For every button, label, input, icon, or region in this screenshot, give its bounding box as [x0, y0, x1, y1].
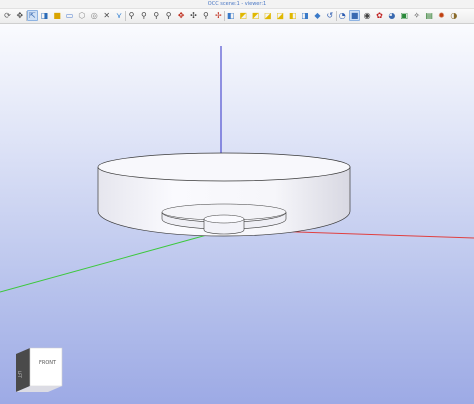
transparency-icon[interactable]: ◕ — [386, 10, 397, 21]
view-iso-icon[interactable]: ◧ — [225, 10, 236, 21]
zoom-fit-icon[interactable]: ⚲ — [163, 10, 174, 21]
settings-icon[interactable]: ◑ — [448, 10, 459, 21]
view-cube-front-face[interactable] — [29, 347, 63, 387]
scene-canvas — [0, 46, 474, 293]
cad-shape-flange[interactable] — [97, 152, 351, 237]
select-face-icon[interactable]: ◨ — [39, 10, 50, 21]
hub-ring — [203, 214, 245, 224]
material-icon[interactable]: ◉ — [362, 10, 373, 21]
pan-icon[interactable]: ✥ — [14, 10, 25, 21]
y-axis-line — [0, 232, 215, 293]
view-back-icon[interactable]: ◩ — [250, 10, 261, 21]
ray-trace-icon[interactable]: ✧ — [411, 10, 422, 21]
clipping-icon[interactable]: ◔ — [337, 10, 348, 21]
window-title: OCC scene:1 - viewer:1 — [207, 1, 267, 7]
title-bar: OCC scene:1 - viewer:1 — [0, 0, 474, 9]
dump-view-icon[interactable]: ▤ — [424, 10, 435, 21]
env-light-icon[interactable]: ✹ — [436, 10, 447, 21]
zoom-window-icon[interactable]: ⚲ — [138, 10, 149, 21]
zoom-out-icon[interactable]: ⚲ — [151, 10, 162, 21]
view-axo-icon[interactable]: ◆ — [312, 10, 323, 21]
3d-viewport[interactable]: FRONT LFT — [0, 24, 474, 404]
view-cube-left-face[interactable] — [16, 348, 30, 392]
view-bottom-icon[interactable]: ◪ — [275, 10, 286, 21]
polygon-select-icon[interactable]: ⬡ — [76, 10, 87, 21]
viewer-toolbar: ⟳ ✥ ⇱ ◨ ■ ▭ ⬡ ◎ ✕ ⋎ ⚲ ⚲ ⚲ ⚲ ✥ ✣ ⚲ ✢ ◧ ◩ ◩ ◪ ◪ ◧ ◨ ◆ ↺ ◔ ■ ◉ ✿ ◕ ▣ ✧ ▤ ✹ ◑ — [0, 9, 474, 24]
pan-arrows-icon[interactable]: ✥ — [176, 10, 187, 21]
color-icon[interactable]: ✿ — [374, 10, 385, 21]
zoom-all-icon[interactable]: ⚲ — [200, 10, 211, 21]
view-cube-left-label: LFT — [16, 371, 22, 378]
view-cube[interactable]: FRONT LFT — [12, 346, 68, 402]
view-cube-front-label: FRONT — [39, 360, 57, 366]
shading-icon[interactable]: ■ — [349, 10, 361, 21]
zoom-in-icon[interactable]: ⚲ — [126, 10, 137, 21]
rotate-axis-icon[interactable]: ✢ — [213, 10, 224, 21]
axis-pick-icon[interactable]: ✕ — [101, 10, 112, 21]
circle-select-icon[interactable]: ◎ — [89, 10, 100, 21]
rotate-view-icon[interactable]: ⟳ — [2, 10, 13, 21]
select-pointer-icon[interactable]: ⇱ — [26, 10, 38, 21]
view-right-icon[interactable]: ◨ — [300, 10, 311, 21]
flange-top-face — [97, 152, 351, 182]
occ-viewer-window: OCC scene:1 - viewer:1 ⟳ ✥ ⇱ ◨ ■ ▭ ⬡ ◎ ✕ ⋎ ⚲ ⚲ ⚲ ⚲ ✥ ✣ ⚲… — [0, 0, 474, 404]
view-top-icon[interactable]: ◪ — [262, 10, 273, 21]
view-front-icon[interactable]: ◩ — [238, 10, 249, 21]
filter-icon[interactable]: ⋎ — [114, 10, 125, 21]
view-left-icon[interactable]: ◧ — [287, 10, 298, 21]
global-pan-icon[interactable]: ✣ — [188, 10, 199, 21]
select-solid-icon[interactable]: ■ — [52, 10, 63, 21]
reset-view-icon[interactable]: ↺ — [324, 10, 335, 21]
texture-icon[interactable]: ▣ — [399, 10, 410, 21]
rectangle-select-icon[interactable]: ▭ — [64, 10, 75, 21]
